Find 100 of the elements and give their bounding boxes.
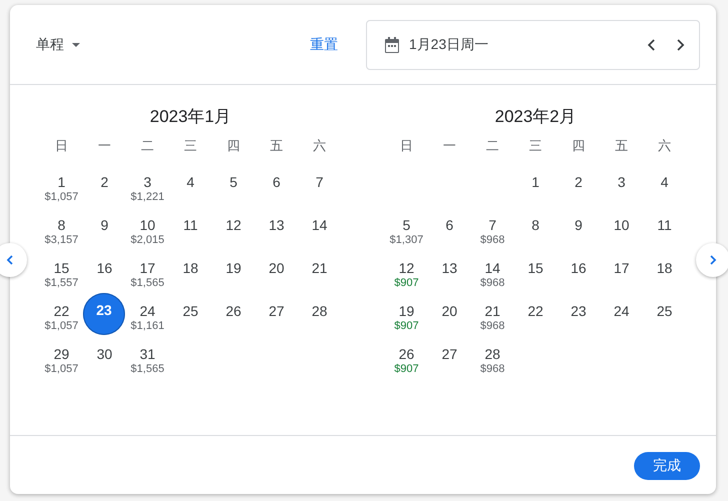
- date-number[interactable]: 28: [484, 346, 500, 363]
- date-number[interactable]: 29: [54, 346, 70, 363]
- date-number[interactable]: 2: [100, 174, 108, 191]
- date-number[interactable]: 27: [442, 346, 458, 363]
- date-number[interactable]: 18: [656, 260, 672, 277]
- reset-link[interactable]: 重置: [304, 32, 344, 58]
- date-price: $968: [480, 320, 505, 332]
- date-number[interactable]: 9: [100, 217, 108, 234]
- date-number[interactable]: 16: [570, 260, 586, 277]
- date-price: $1,057: [44, 363, 78, 375]
- weekday-label: 四: [227, 138, 240, 154]
- weekday-label: 四: [572, 138, 585, 154]
- date-number[interactable]: 16: [96, 260, 112, 277]
- date-number[interactable]: 21: [312, 260, 328, 277]
- weekday-label: 五: [270, 138, 283, 154]
- date-number[interactable]: 14: [312, 217, 328, 234]
- date-price: $968: [480, 363, 505, 375]
- date-number[interactable]: 14: [484, 260, 500, 277]
- date-price: $1,565: [130, 277, 164, 289]
- date-number[interactable]: 7: [316, 174, 324, 191]
- date-number[interactable]: 5: [230, 174, 238, 191]
- date-number[interactable]: 23: [570, 303, 586, 320]
- date-number[interactable]: 11: [657, 217, 672, 234]
- weekday-label: 一: [443, 138, 456, 154]
- weekday-label: 一: [98, 138, 111, 154]
- date-number[interactable]: 9: [574, 217, 582, 234]
- month-title: 2023年1月: [148, 106, 232, 128]
- date-number[interactable]: 6: [272, 174, 280, 191]
- date-number[interactable]: 25: [182, 303, 198, 320]
- date-number[interactable]: 20: [442, 303, 458, 320]
- date-number[interactable]: 13: [442, 260, 458, 277]
- weekday-label: 六: [313, 138, 326, 154]
- date-number[interactable]: 31: [140, 346, 156, 363]
- date-number[interactable]: 17: [140, 260, 156, 277]
- weekday-label: 日: [400, 138, 413, 154]
- date-number[interactable]: 27: [268, 303, 284, 320]
- date-number[interactable]: 19: [398, 303, 414, 320]
- weekday-label: 三: [529, 138, 542, 154]
- weekday-label: 三: [184, 138, 197, 154]
- chevron-left-icon: [6, 255, 14, 265]
- date-number[interactable]: 24: [140, 303, 156, 320]
- date-number[interactable]: 4: [660, 174, 668, 191]
- done-button[interactable]: 完成: [634, 452, 700, 480]
- date-number[interactable]: 30: [96, 346, 112, 363]
- date-number[interactable]: 12: [398, 260, 414, 277]
- date-number[interactable]: 4: [186, 174, 194, 191]
- date-number[interactable]: 6: [446, 217, 454, 234]
- date-price: $907: [394, 320, 419, 332]
- date-number[interactable]: 1: [58, 174, 66, 191]
- date-field[interactable]: 1月23日周一: [366, 20, 700, 70]
- weekday-label: 日: [55, 138, 68, 154]
- chevron-right-icon: [676, 38, 685, 50]
- date-number[interactable]: 12: [226, 217, 242, 234]
- date-number[interactable]: 3: [618, 174, 626, 191]
- date-number[interactable]: 1: [532, 174, 540, 191]
- date-number[interactable]: 7: [488, 217, 496, 234]
- chevron-right-icon: [709, 255, 717, 265]
- date-number[interactable]: 19: [226, 260, 242, 277]
- date-number[interactable]: 8: [58, 217, 66, 234]
- date-number[interactable]: 2: [574, 174, 582, 191]
- date-price: $1,307: [390, 234, 424, 246]
- selected-date[interactable]: 23: [83, 293, 125, 335]
- date-number[interactable]: 25: [656, 303, 672, 320]
- date-number[interactable]: 11: [183, 217, 198, 234]
- date-number[interactable]: 13: [268, 217, 284, 234]
- weekday-label: 二: [486, 138, 499, 154]
- date-number[interactable]: 26: [398, 346, 414, 363]
- date-number[interactable]: 22: [54, 303, 70, 320]
- date-number[interactable]: 18: [182, 260, 198, 277]
- date-price: $907: [394, 363, 419, 375]
- month-title: 2023年2月: [494, 106, 578, 128]
- date-number[interactable]: 10: [140, 217, 156, 234]
- date-price: $1,057: [44, 320, 78, 332]
- date-price: $2,015: [130, 234, 164, 246]
- date-price: $1,057: [44, 191, 78, 203]
- date-number[interactable]: 22: [528, 303, 544, 320]
- date-number[interactable]: 8: [532, 217, 540, 234]
- date-number[interactable]: 10: [614, 217, 630, 234]
- weekday-label: 二: [141, 138, 154, 154]
- date-price: $1,557: [44, 277, 78, 289]
- date-number[interactable]: 15: [54, 260, 70, 277]
- date-number[interactable]: 28: [312, 303, 328, 320]
- date-price: $3,157: [44, 234, 78, 246]
- weekday-label: 五: [615, 138, 628, 154]
- weekday-label: 六: [658, 138, 671, 154]
- previous-month-button[interactable]: [0, 243, 27, 277]
- date-price: $968: [480, 277, 505, 289]
- calendar-icon: [383, 36, 401, 54]
- date-number[interactable]: 17: [614, 260, 630, 277]
- caret-icon: [72, 42, 80, 46]
- date-price: $1,221: [130, 191, 164, 203]
- date-number[interactable]: 3: [144, 174, 152, 191]
- date-price: $907: [394, 277, 419, 289]
- trip-type-dropdown[interactable]: 单程: [26, 30, 90, 60]
- date-number[interactable]: 21: [484, 303, 500, 320]
- date-number[interactable]: 26: [226, 303, 242, 320]
- date-number[interactable]: 20: [268, 260, 284, 277]
- date-number[interactable]: 24: [614, 303, 630, 320]
- date-number[interactable]: 5: [402, 217, 410, 234]
- date-number[interactable]: 15: [528, 260, 544, 277]
